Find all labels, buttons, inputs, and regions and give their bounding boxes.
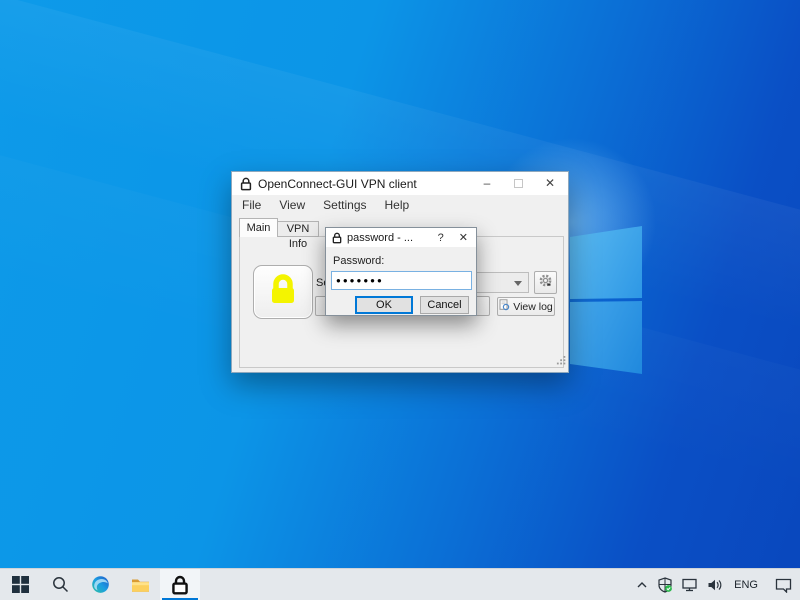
minimize-button[interactable]: –: [481, 172, 493, 195]
openconnect-lock-icon: [172, 575, 188, 595]
resize-grip[interactable]: [556, 352, 566, 370]
lock-icon: [240, 177, 252, 191]
menu-view[interactable]: View: [270, 195, 314, 215]
tab-strip: Main VPN Info: [239, 218, 319, 250]
menu-settings[interactable]: Settings: [314, 195, 375, 215]
dialog-title: password - ...: [347, 231, 414, 244]
tray-chevron-up-icon[interactable]: [636, 579, 648, 591]
windows-start-icon: [11, 576, 29, 593]
tab-vpn-info[interactable]: VPN Info: [278, 221, 319, 250]
chevron-down-icon: [514, 281, 522, 286]
start-button[interactable]: [0, 569, 40, 600]
server-settings-button[interactable]: [534, 271, 557, 294]
taskbar-openconnect-button[interactable]: [160, 569, 200, 600]
taskbar-file-explorer-button[interactable]: [120, 569, 160, 600]
window-title: OpenConnect-GUI VPN client: [258, 176, 417, 191]
system-tray: ENG: [636, 569, 792, 600]
menu-file[interactable]: File: [233, 195, 270, 215]
search-icon: [52, 577, 68, 593]
desktop: OpenConnect-GUI VPN client – ✕ File View…: [0, 0, 800, 600]
close-button[interactable]: ✕: [544, 172, 556, 195]
view-log-label: View log: [513, 300, 553, 313]
yellow-lock-icon: [265, 272, 301, 313]
lock-icon: [332, 232, 342, 244]
password-dialog: password - ... ? ✕ Password: ●●●●●●● OK …: [325, 227, 477, 316]
maximize-button: [514, 179, 523, 188]
language-indicator[interactable]: ENG: [732, 579, 760, 591]
menu-bar: File View Settings Help: [232, 195, 568, 215]
gear-icon: [538, 273, 553, 293]
password-label: Password:: [333, 255, 385, 267]
action-center-icon[interactable]: [775, 578, 792, 593]
menu-help[interactable]: Help: [376, 195, 419, 215]
cancel-button[interactable]: Cancel: [420, 296, 469, 314]
windows-logo-pane-bottom: [570, 301, 642, 374]
dialog-close-button[interactable]: ✕: [459, 231, 468, 244]
view-log-button[interactable]: View log: [497, 297, 555, 316]
connect-lock-button[interactable]: [253, 265, 313, 319]
taskbar: ENG: [0, 568, 800, 600]
edge-icon: [91, 576, 109, 593]
file-explorer-icon: [131, 579, 149, 592]
dialog-titlebar[interactable]: password - ... ? ✕: [326, 228, 476, 247]
ok-button[interactable]: OK: [355, 296, 413, 314]
windows-security-icon[interactable]: [657, 577, 673, 593]
main-titlebar[interactable]: OpenConnect-GUI VPN client – ✕: [232, 172, 568, 195]
volume-icon[interactable]: [707, 578, 723, 592]
log-magnifier-icon: [499, 299, 510, 314]
password-input[interactable]: ●●●●●●●: [331, 271, 472, 290]
taskbar-search-button[interactable]: [40, 569, 80, 600]
windows-logo-pane-top: [570, 226, 642, 299]
tab-main[interactable]: Main: [239, 218, 278, 237]
help-button[interactable]: ?: [438, 232, 444, 244]
taskbar-edge-button[interactable]: [80, 569, 120, 600]
network-icon[interactable]: [682, 578, 698, 592]
